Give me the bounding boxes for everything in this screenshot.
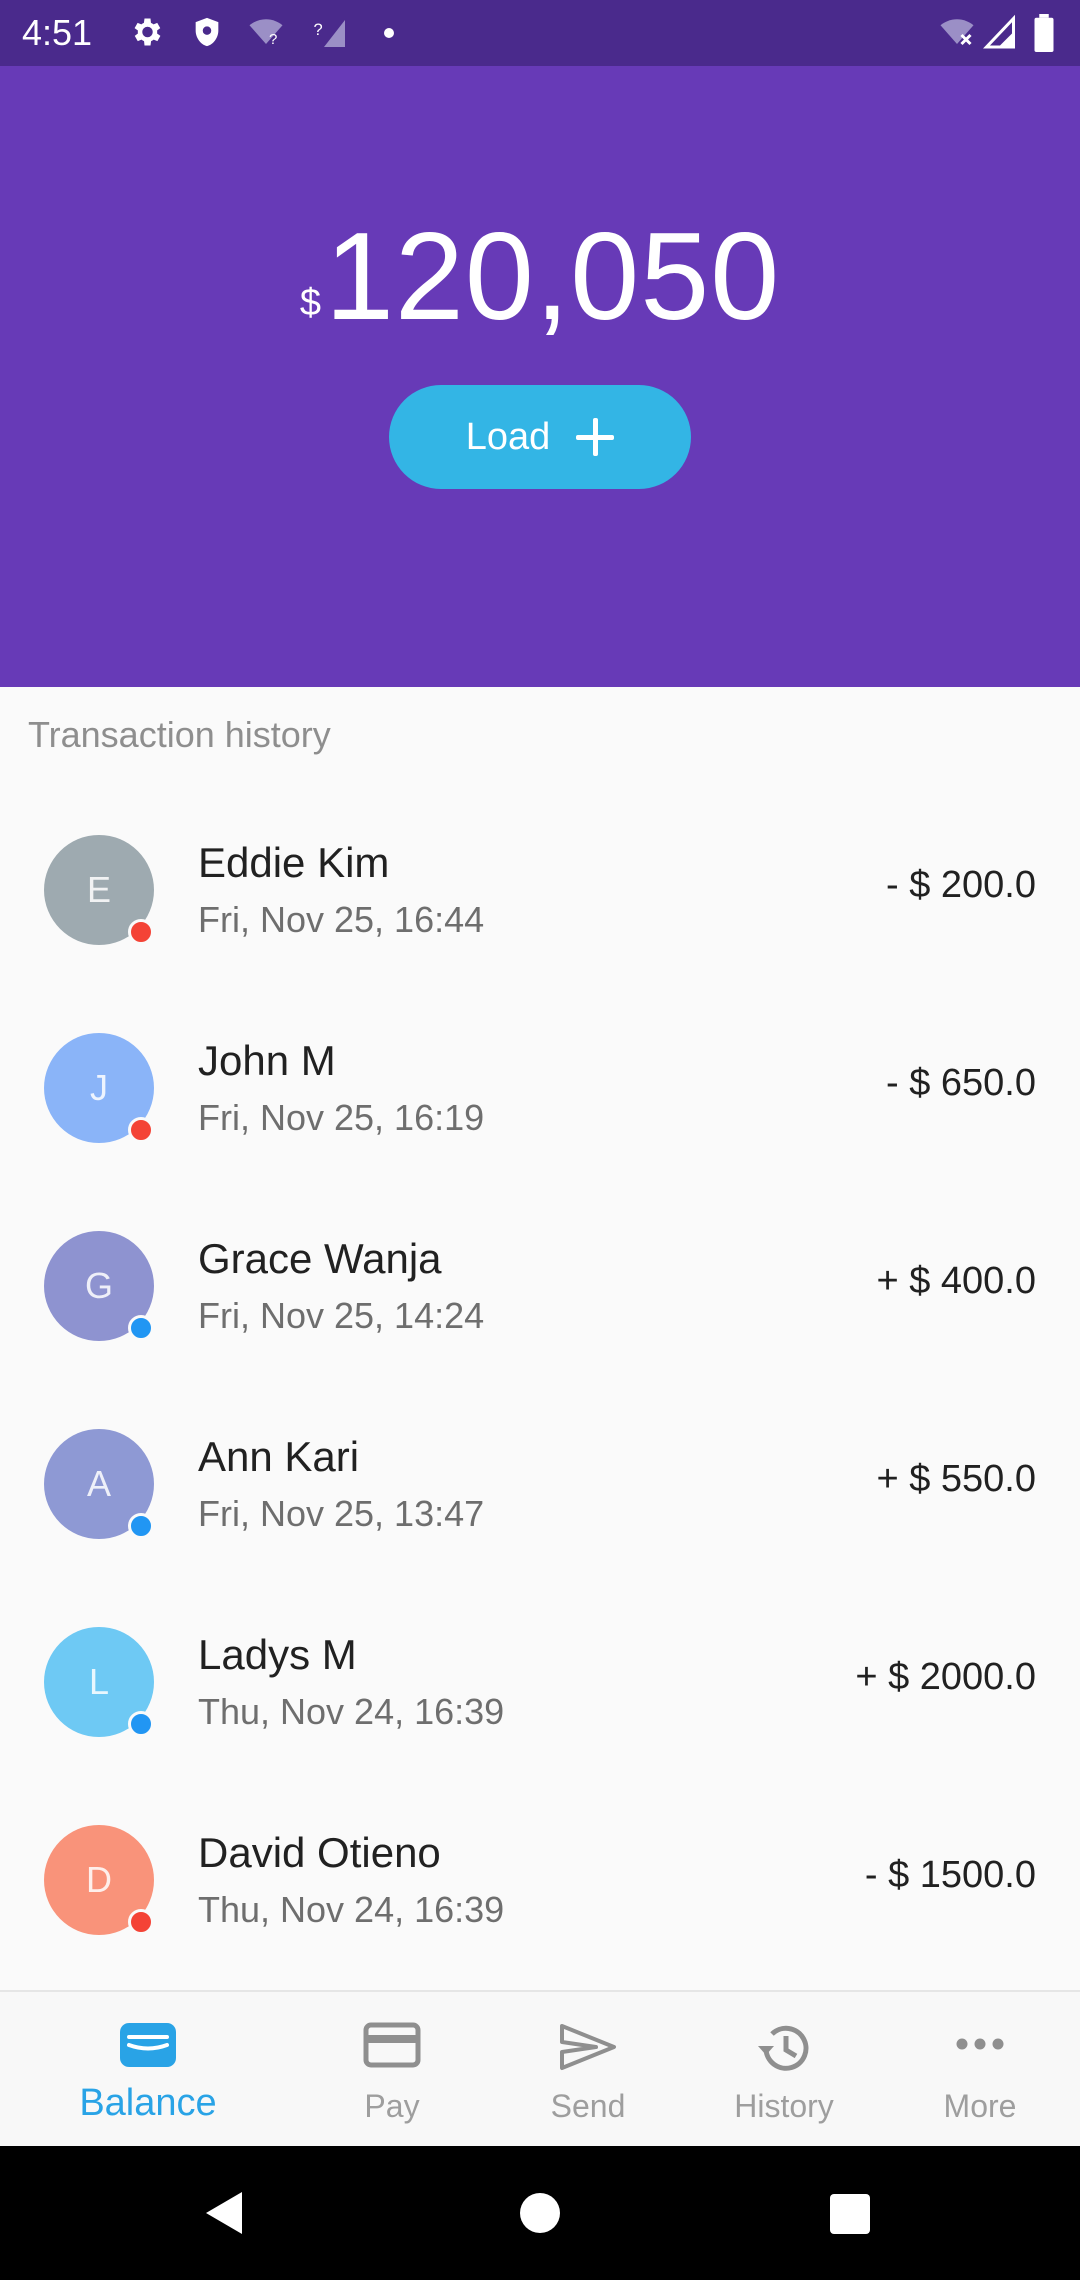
- transaction-row[interactable]: G Grace Wanja Fri, Nov 25, 14:24 + $ 400…: [0, 1187, 1080, 1385]
- nav-item-history[interactable]: History: [704, 1992, 864, 2148]
- transaction-amount: - $ 650.0: [886, 1062, 1036, 1104]
- transaction-date: Fri, Nov 25, 16:44: [198, 899, 485, 940]
- battery-icon: [1034, 14, 1054, 52]
- nav-label: Balance: [79, 2082, 217, 2124]
- back-icon[interactable]: [202, 2190, 246, 2236]
- more-horizontal-icon: [956, 2038, 1004, 2050]
- send-icon: [560, 2024, 616, 2070]
- transaction-amount: - $ 200.0: [886, 864, 1036, 906]
- outgoing-indicator-dot: [128, 919, 154, 945]
- transaction-amount: + $ 400.0: [876, 1260, 1036, 1302]
- cell-signal-icon: [983, 14, 1015, 49]
- svg-text:?: ?: [269, 31, 277, 48]
- transaction-name: Ladys M: [198, 1631, 357, 1678]
- nav-item-more[interactable]: More: [900, 1992, 1060, 2148]
- transaction-amount: + $ 2000.0: [855, 1656, 1036, 1698]
- section-title: Transaction history: [28, 714, 331, 755]
- plus-icon: [576, 418, 615, 456]
- balance-display: $120,050: [0, 206, 1080, 348]
- history-icon: [758, 2025, 809, 2071]
- transaction-name: David Otieno: [198, 1829, 441, 1876]
- bottom-nav: Balance Pay Send History More: [0, 1990, 1080, 2146]
- balance-header: $120,050 Load: [0, 66, 1080, 687]
- credit-card-icon: [363, 2022, 421, 2068]
- shield-icon: [195, 17, 219, 47]
- signal-question-icon: ?: [314, 20, 345, 47]
- transaction-row[interactable]: A Ann Kari Fri, Nov 25, 13:47 + $ 550.0: [0, 1385, 1080, 1583]
- transaction-date: Fri, Nov 25, 14:24: [198, 1295, 485, 1336]
- nav-label: Pay: [364, 2088, 420, 2124]
- load-button[interactable]: Load: [389, 385, 691, 489]
- currency-symbol: $: [299, 282, 321, 324]
- transaction-row[interactable]: L Ladys M Thu, Nov 24, 16:39 + $ 2000.0: [0, 1583, 1080, 1781]
- nav-label: More: [943, 2088, 1017, 2124]
- transaction-amount: - $ 1500.0: [864, 1854, 1036, 1896]
- outgoing-indicator-dot: [128, 1117, 154, 1143]
- home-icon[interactable]: [519, 2192, 561, 2234]
- transaction-date: Fri, Nov 25, 16:19: [198, 1097, 485, 1138]
- outgoing-indicator-dot: [128, 1909, 154, 1935]
- transaction-name: Grace Wanja: [198, 1235, 442, 1282]
- transaction-date: Thu, Nov 24, 16:39: [198, 1889, 505, 1930]
- nav-item-balance[interactable]: Balance: [60, 1992, 236, 2148]
- incoming-indicator-dot: [128, 1513, 154, 1539]
- wifi-off-icon: [940, 19, 974, 46]
- incoming-indicator-dot: [128, 1711, 154, 1737]
- settings-icon: [134, 18, 161, 46]
- transaction-list: E Eddie Kim Fri, Nov 25, 16:44 - $ 200.0…: [0, 791, 1080, 1979]
- notification-dot-icon: [384, 28, 394, 38]
- svg-text:?: ?: [314, 21, 323, 39]
- transaction-name: Eddie Kim: [198, 839, 390, 886]
- nav-label: Send: [550, 2088, 626, 2124]
- transaction-row[interactable]: J John M Fri, Nov 25, 16:19 - $ 650.0: [0, 989, 1080, 1187]
- incoming-indicator-dot: [128, 1315, 154, 1341]
- recents-icon[interactable]: [829, 2193, 871, 2235]
- wifi-question-icon: ?: [249, 19, 283, 48]
- transaction-row[interactable]: D David Otieno Thu, Nov 24, 16:39 - $ 15…: [0, 1781, 1080, 1979]
- nav-item-send[interactable]: Send: [508, 1992, 668, 2148]
- load-button-label: Load: [465, 415, 551, 458]
- wallet-icon: [120, 2023, 176, 2067]
- balance-amount: 120,050: [324, 208, 781, 346]
- status-time: 4:51: [22, 12, 93, 53]
- transaction-name: Ann Kari: [198, 1433, 360, 1480]
- system-nav-bar: [0, 2146, 1080, 2280]
- transaction-name: John M: [198, 1037, 336, 1084]
- transaction-date: Fri, Nov 25, 13:47: [198, 1493, 485, 1534]
- transaction-row[interactable]: E Eddie Kim Fri, Nov 25, 16:44 - $ 200.0: [0, 791, 1080, 989]
- nav-item-pay[interactable]: Pay: [312, 1992, 472, 2148]
- nav-label: History: [734, 2088, 834, 2124]
- transaction-amount: + $ 550.0: [876, 1458, 1036, 1500]
- transaction-date: Thu, Nov 24, 16:39: [198, 1691, 505, 1732]
- status-bar: 4:51 ? ?: [0, 0, 1080, 66]
